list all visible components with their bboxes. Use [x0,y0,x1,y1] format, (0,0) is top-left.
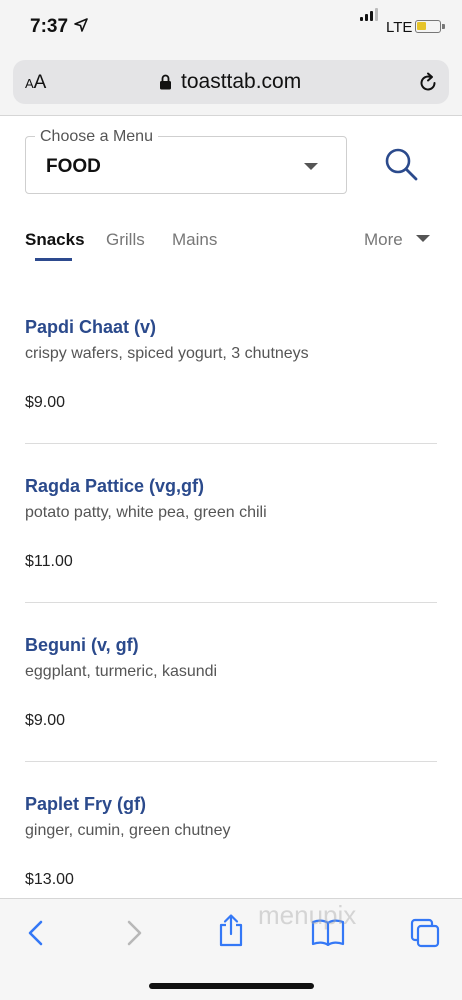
browser-chrome: AA toasttab.com [0,56,462,116]
status-bar: 7:37 LTE [0,0,462,56]
item-name: Beguni (v, gf) [25,635,139,655]
location-arrow-icon [74,18,88,32]
menu-select[interactable]: Choose a Menu FOOD [25,128,347,194]
url-text[interactable]: toasttab.com [181,70,301,94]
item-description: crispy wafers, spiced yogurt, 3 chutneys [25,345,309,362]
item-name: Papdi Chaat (v) [25,317,157,337]
item-description: eggplant, turmeric, kasundi [25,663,218,680]
text-size-small-label: A [25,76,34,91]
reload-icon[interactable] [417,72,439,94]
divider [25,602,437,603]
tab-grills[interactable]: Grills [106,230,145,250]
divider [25,761,437,762]
status-time: 7:37 [30,16,69,37]
back-icon[interactable] [26,919,46,947]
tab-mains[interactable]: Mains [172,230,217,250]
menu-select-label: Choose a Menu [35,128,158,146]
menu-item[interactable]: Papdi Chaat (v) crispy wafers, spiced yo… [25,317,437,476]
item-price: $11.00 [25,553,73,570]
menu-item[interactable]: Paplet Fry (gf) ginger, cumin, green chu… [25,794,437,894]
search-icon[interactable] [383,146,419,182]
chevron-down-icon[interactable] [416,235,430,242]
menu-select-value: FOOD [46,156,101,177]
item-name: Ragda Pattice (vg,gf) [25,476,205,496]
item-price: $13.00 [25,871,74,888]
tab-snacks[interactable]: Snacks [25,230,85,250]
menu-item[interactable]: Ragda Pattice (vg,gf) potato patty, whit… [25,476,437,635]
menu-item[interactable]: Beguni (v, gf) eggplant, turmeric, kasun… [25,635,437,794]
text-size-button[interactable]: AA [25,72,46,94]
item-price: $9.00 [25,712,66,729]
text-size-large-label: A [33,72,47,93]
item-name: Paplet Fry (gf) [25,794,147,814]
item-description: ginger, cumin, green chutney [25,822,231,839]
item-description: potato patty, white pea, green chili [25,504,267,521]
address-bar[interactable]: AA toasttab.com [13,60,449,104]
share-icon[interactable] [216,913,246,947]
network-type: LTE [386,19,413,36]
forward-icon[interactable] [124,919,144,947]
chevron-down-icon [304,163,318,170]
battery-icon [415,20,445,33]
home-indicator[interactable] [149,983,314,989]
divider [25,443,437,444]
tabs-icon[interactable] [409,917,441,949]
item-price: $9.00 [25,394,66,411]
watermark: menupix [258,900,357,930]
tab-more[interactable]: More [364,230,403,250]
active-tab-indicator [35,258,72,261]
lock-icon [160,74,171,90]
